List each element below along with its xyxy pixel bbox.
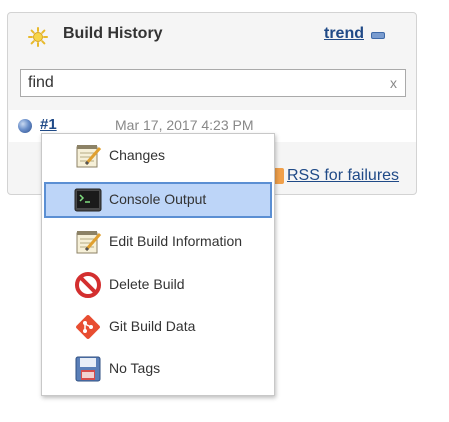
no-entry-icon [75,272,101,298]
menu-item-label: Git Build Data [109,318,196,334]
collapse-icon[interactable] [371,32,385,39]
search-input[interactable] [28,73,368,93]
build-context-menu: Changes Console Output Edit Build Inform… [41,133,275,396]
sun-icon [28,27,48,47]
clear-search-icon[interactable]: x [390,75,397,91]
trend-link[interactable]: trend [324,25,364,43]
menu-item-label: Delete Build [109,276,185,292]
terminal-icon [74,188,102,212]
build-number-link[interactable]: #1 [40,116,57,133]
menu-item-delete-build[interactable]: Delete Build [44,267,272,303]
save-icon [75,356,101,382]
menu-item-label: Edit Build Information [109,233,243,249]
menu-item-git-build-data[interactable]: Git Build Data [44,309,272,345]
search-box: x [20,69,406,97]
menu-item-label: Console Output [109,191,207,207]
menu-item-no-tags[interactable]: No Tags [44,351,272,387]
git-icon [76,315,100,339]
panel-header: Build History trend [8,13,416,57]
menu-item-changes[interactable]: Changes [44,138,272,174]
menu-item-label: Changes [109,147,166,163]
menu-item-label: No Tags [109,360,161,376]
build-status-ball-icon [18,119,32,133]
notepad-icon [76,145,102,168]
build-timestamp: Mar 17, 2017 4:23 PM [115,117,254,133]
panel-title: Build History [63,25,163,42]
menu-item-edit-build-information[interactable]: Edit Build Information [44,224,272,260]
menu-item-console-output[interactable]: Console Output [44,182,272,218]
rss-failures-link[interactable]: RSS for failures [287,167,399,185]
notepad-icon [76,231,102,254]
